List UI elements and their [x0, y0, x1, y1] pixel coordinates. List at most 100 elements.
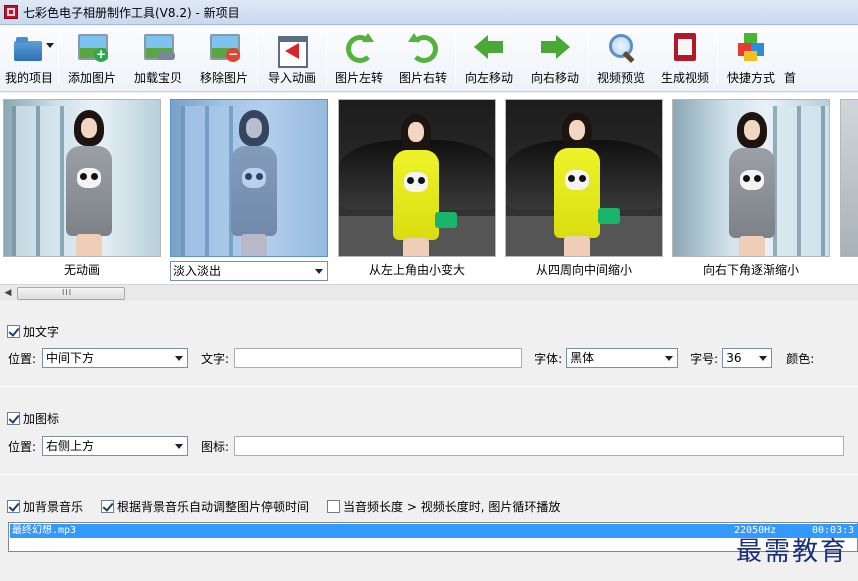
homepage-button[interactable]: 首: [784, 26, 800, 90]
music-options-row: 加背景音乐 根据背景音乐自动调整图片停顿时间 当音频长度 > 视频长度时, 图片…: [7, 498, 560, 515]
add-text-checkbox[interactable]: [7, 325, 20, 338]
icon-file-label: 图标:: [201, 439, 230, 454]
add-icon-row: 加图标: [7, 410, 59, 427]
thumbnail-caption: 向右下角逐渐缩小: [702, 263, 799, 277]
video-preview-label: 视频预览: [596, 71, 645, 85]
add-text-row: 加文字: [7, 323, 59, 340]
add-image-icon: +: [75, 31, 109, 63]
music-list[interactable]: 最终幻想.mp3 22050Hz 00:03:3: [8, 522, 858, 552]
loop-images-checkbox[interactable]: [327, 500, 341, 513]
font-size-label: 字号:: [690, 351, 719, 366]
thumbnail-image[interactable]: [3, 99, 161, 257]
move-right-button[interactable]: 向右移动: [522, 26, 588, 90]
move-left-button[interactable]: 向左移动: [456, 26, 522, 90]
folder-icon: [12, 31, 54, 63]
thumbnail-scrollbar[interactable]: ◀ III: [0, 284, 858, 301]
remove-image-label: 移除图片: [199, 71, 248, 85]
section-divider: [0, 386, 858, 387]
font-select[interactable]: 黑体: [566, 348, 679, 368]
thumbnail-item[interactable]: 无动画: [3, 99, 161, 277]
text-position-select[interactable]: 中间下方: [42, 348, 189, 368]
auto-adjust-label: 根据背景音乐自动调整图片停顿时间: [117, 500, 310, 514]
move-left-label: 向左移动: [464, 71, 513, 85]
bg-music-checkbox[interactable]: [7, 500, 20, 513]
import-animation-icon: [275, 31, 309, 68]
font-value: 黑体: [570, 351, 595, 365]
thumbnail-item[interactable]: 淡入淡出: [170, 99, 328, 281]
thumbnail-caption: 从左上角由小变大: [368, 263, 465, 277]
rotate-left-icon: [342, 31, 376, 63]
rotate-left-button[interactable]: 图片左转: [327, 26, 391, 90]
section-divider: [0, 474, 858, 475]
arrow-left-icon: [472, 31, 506, 63]
generate-video-button[interactable]: 生成视频: [653, 26, 717, 90]
thumbnail-image[interactable]: [672, 99, 830, 257]
generate-video-label: 生成视频: [660, 71, 709, 85]
text-options-row: 位置: 中间下方 文字: 字体: 黑体 字号: 36 颜色:: [8, 348, 814, 368]
import-animation-button[interactable]: 导入动画: [258, 26, 326, 90]
shortcut-label: 快捷方式: [726, 71, 775, 85]
chevron-down-icon: [665, 356, 674, 361]
magnifier-icon: [604, 31, 638, 63]
color-label: 颜色:: [786, 351, 815, 366]
chevron-down-icon: [175, 356, 184, 361]
bg-music-label: 加背景音乐: [23, 500, 84, 514]
thumbnail-image[interactable]: [338, 99, 496, 257]
auto-adjust-checkbox[interactable]: [101, 500, 115, 513]
effect-dropdown-value: 淡入淡出: [173, 264, 222, 278]
scroll-left-icon[interactable]: ◀: [2, 288, 14, 299]
thumbnail-image-partial[interactable]: [840, 99, 858, 257]
rotate-left-label: 图片左转: [334, 71, 383, 85]
list-item[interactable]: 最终幻想.mp3 22050Hz 00:03:3: [10, 524, 858, 538]
add-icon-checkbox[interactable]: [7, 412, 20, 425]
app-icon: [4, 5, 18, 19]
icon-position-label: 位置:: [8, 439, 37, 454]
scrollbar-thumb[interactable]: III: [17, 287, 125, 300]
toolbar: 我的项目 + 添加图片 加载宝贝 − 移除图片 导入动画 图片左转 图片右转 向…: [0, 26, 858, 92]
shortcut-button[interactable]: 快捷方式: [718, 26, 784, 90]
add-text-label: 加文字: [23, 325, 60, 339]
homepage-label: 首: [784, 71, 797, 85]
loop-images-label: 当音频长度 > 视频长度时, 图片循环播放: [343, 500, 561, 514]
icon-file-input[interactable]: [234, 436, 845, 456]
thumbnail-image[interactable]: [170, 99, 328, 257]
font-label: 字体:: [534, 351, 563, 366]
icon-position-value: 右侧上方: [46, 439, 95, 453]
watermark: 最需教育: [736, 537, 849, 567]
text-position-value: 中间下方: [46, 351, 95, 365]
icon-position-select[interactable]: 右侧上方: [42, 436, 189, 456]
remove-image-button[interactable]: − 移除图片: [191, 26, 257, 90]
font-size-select[interactable]: 36: [722, 348, 773, 368]
import-animation-label: 导入动画: [267, 71, 316, 85]
rotate-right-label: 图片右转: [398, 71, 447, 85]
add-icon-label: 加图标: [23, 412, 60, 426]
thumbnail-caption: 从四周向中间缩小: [535, 263, 632, 277]
thumbnail-item[interactable]: 从四周向中间缩小: [505, 99, 663, 277]
text-content-label: 文字:: [201, 351, 230, 366]
text-content-input[interactable]: [234, 348, 523, 368]
load-item-icon: [141, 31, 175, 63]
chevron-down-icon: [315, 269, 323, 274]
load-item-label: 加载宝贝: [133, 71, 182, 85]
my-project-label: 我的项目: [4, 71, 53, 85]
settings-panel: 加文字 位置: 中间下方 文字: 字体: 黑体 字号: 36 颜色: 加图标 位…: [0, 302, 858, 581]
effect-dropdown[interactable]: 淡入淡出: [170, 261, 328, 281]
rotate-right-button[interactable]: 图片右转: [391, 26, 455, 90]
add-image-button[interactable]: + 添加图片: [59, 26, 125, 90]
video-preview-button[interactable]: 视频预览: [589, 26, 653, 90]
icon-options-row: 位置: 右侧上方 图标:: [8, 436, 845, 456]
cubes-icon: [734, 31, 768, 63]
thumbnail-item[interactable]: 向右下角逐渐缩小: [672, 99, 830, 277]
font-size-value: 36: [726, 351, 742, 365]
load-item-button[interactable]: 加载宝贝: [125, 26, 191, 90]
scrollbar-grip: III: [62, 288, 73, 297]
thumbnail-image[interactable]: [505, 99, 663, 257]
thumbnail-strip: 无动画 淡入淡出 从左上角由小变大 从四周向中间缩小 向右下角逐渐缩小: [0, 93, 858, 284]
thumbnail-item[interactable]: 从左上角由小变大: [338, 99, 496, 277]
text-position-label: 位置:: [8, 351, 37, 366]
thumbnail-caption: 无动画: [63, 263, 100, 277]
arrow-right-icon: [538, 31, 572, 63]
rotate-right-icon: [406, 31, 440, 63]
my-project-button[interactable]: 我的项目: [0, 26, 58, 90]
title-bar: 七彩色电子相册制作工具(V8.2) - 新项目: [0, 0, 858, 25]
